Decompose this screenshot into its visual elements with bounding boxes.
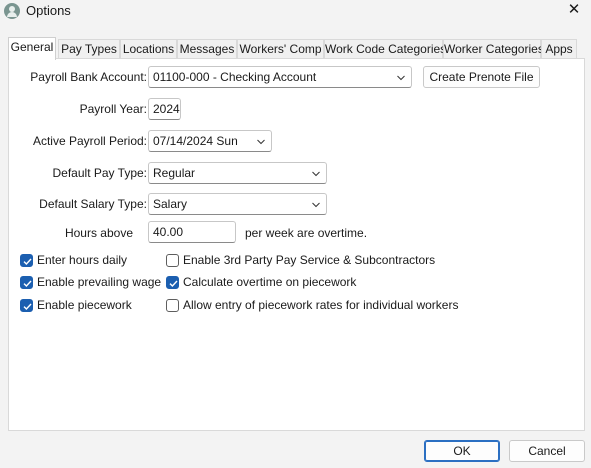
checkbox-checked-icon [20,254,33,267]
hours-above-input[interactable]: 40.00 [148,221,236,243]
active-period-label: Active Payroll Period: [32,134,147,148]
general-panel: Payroll Bank Account: 01100-000 - Checki… [8,58,585,431]
tab-locations[interactable]: Locations [120,39,177,59]
cancel-button[interactable]: Cancel [509,440,585,462]
active-period-value: 07/14/2024 Sun [153,134,238,148]
overtime-suffix-label: per week are overtime. [245,226,368,240]
bank-account-value: 01100-000 - Checking Account [153,70,317,84]
chevron-down-icon [397,75,405,81]
enable-piecework-label: Enable piecework [37,298,132,312]
close-button[interactable]: ✕ [563,1,585,21]
default-pay-type-label: Default Pay Type: [52,166,148,180]
window-title: Options [26,3,71,18]
tab-pay-types[interactable]: Pay Types [58,39,120,59]
tab-messages[interactable]: Messages [177,39,237,59]
tab-worker-categories[interactable]: Worker Categories [443,39,544,59]
checkbox-checked-icon [20,299,33,312]
tab-workers-comp[interactable]: Workers' Comp [237,39,324,59]
default-salary-type-label: Default Salary Type: [39,197,147,211]
tab-work-code-categories[interactable]: Work Code Categories [324,39,446,59]
default-salary-type-value: Salary [153,197,188,211]
title-bar: Options ✕ [0,0,591,22]
create-prenote-button[interactable]: Create Prenote File [423,66,540,88]
payroll-year-label: Payroll Year: [79,102,147,116]
bank-account-dropdown[interactable]: 01100-000 - Checking Account [148,66,412,88]
allow-piecework-rates-label: Allow entry of piecework rates for indiv… [183,298,459,312]
enter-hours-daily-label: Enter hours daily [37,253,128,267]
chevron-down-icon [257,139,265,145]
default-pay-type-value: Regular [153,166,196,180]
default-pay-type-dropdown[interactable]: Regular [148,162,327,184]
chevron-down-icon [312,171,320,177]
ok-button[interactable]: OK [424,440,500,462]
chevron-down-icon [312,202,320,208]
checkbox-checked-icon [166,276,179,289]
app-icon [4,3,20,19]
hours-above-label: Hours above [64,226,133,240]
payroll-year-input[interactable]: 2024 [148,98,181,120]
enable-3rd-party-pay-label: Enable 3rd Party Pay Service & Subcontra… [183,253,436,267]
calculate-overtime-piecework-label: Calculate overtime on piecework [183,275,357,289]
tab-general[interactable]: General [8,37,56,60]
checkbox-unchecked-icon [166,299,179,312]
tab-apps[interactable]: Apps [541,39,577,59]
active-period-dropdown[interactable]: 07/14/2024 Sun [148,130,272,152]
enable-prevailing-wage-label: Enable prevailing wage [37,275,162,289]
checkbox-unchecked-icon [166,254,179,267]
default-salary-type-dropdown[interactable]: Salary [148,193,327,215]
bank-account-label: Payroll Bank Account: [30,70,147,84]
checkbox-checked-icon [20,276,33,289]
